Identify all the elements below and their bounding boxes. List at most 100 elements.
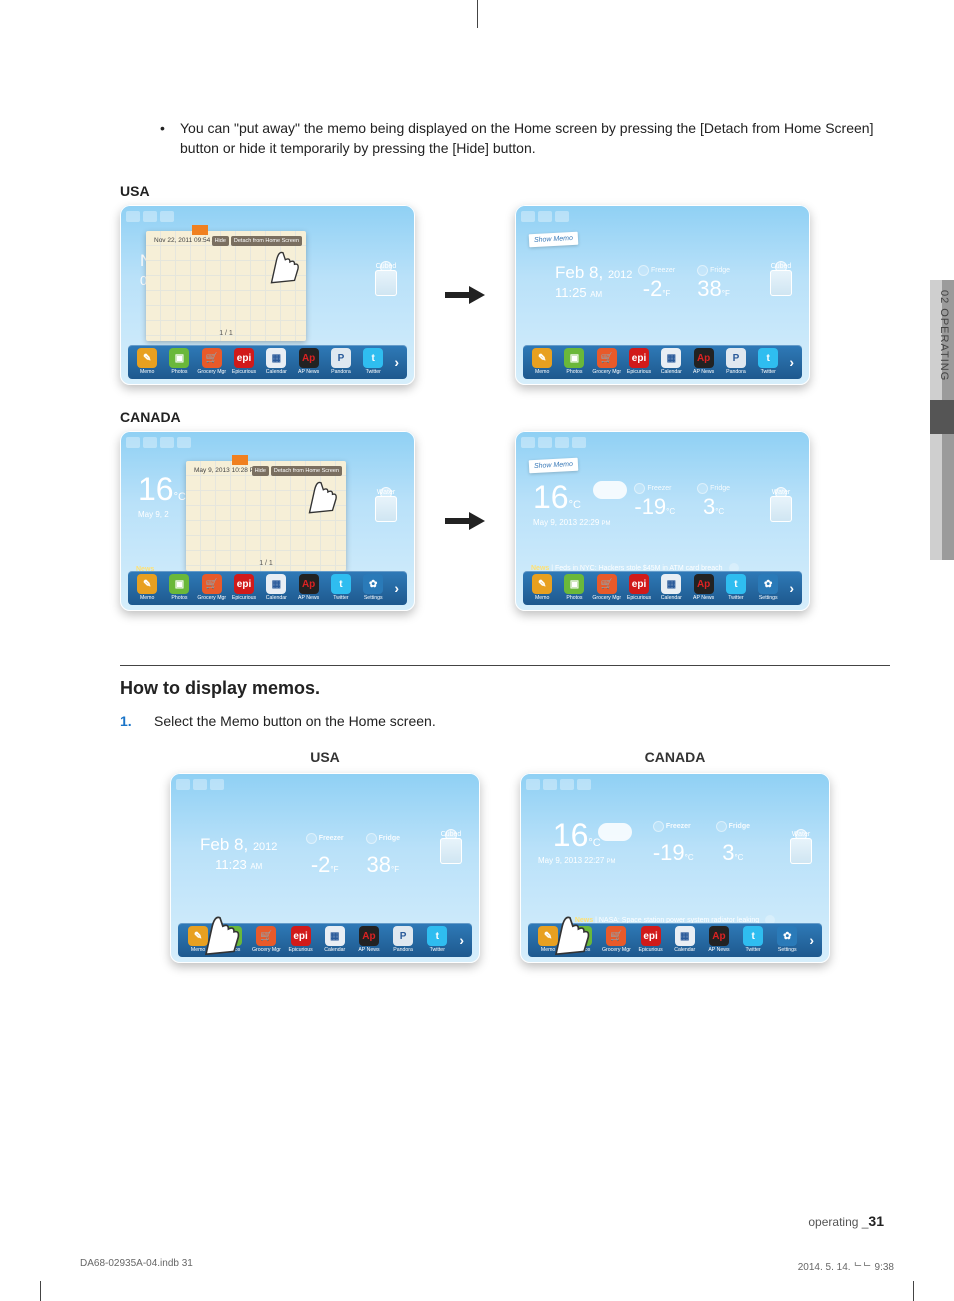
hide-button[interactable]: Hide (252, 466, 269, 476)
dock-more[interactable]: › (785, 580, 798, 596)
dispenser-icon: Water (375, 487, 397, 522)
screenshot-usa-home: Show Memo Feb 8, 2012 11:25 AM Freezer-2… (515, 205, 810, 385)
dock-settings[interactable]: ✿Settings (753, 574, 783, 601)
dock-more[interactable]: › (455, 932, 468, 948)
app-dock: ✎Memo ▣Photos 🛒Grocery Mgr epiEpicurious… (523, 345, 802, 379)
dock-grocery[interactable]: 🛒Grocery Mgr (592, 574, 622, 601)
intro-text: You can "put away" the memo being displa… (180, 118, 890, 159)
dispenser-icon: Cubed (770, 261, 792, 296)
date: Feb 8, (200, 835, 248, 854)
dock-photos[interactable]: ▣Photos (559, 574, 589, 601)
fridge-temp: Fridge3°C (697, 483, 730, 520)
pointing-hand-icon (542, 901, 598, 957)
section-tab-label: 02 OPERATING (938, 290, 950, 381)
dock-more[interactable]: › (785, 354, 798, 370)
screenshot-usa-select-memo: Feb 8, 2012 11:23 AM Freezer-2°F Fridge3… (170, 773, 480, 963)
step-text: Select the Memo button on the Home scree… (154, 713, 436, 729)
dock-memo[interactable]: ✎Memo (527, 574, 557, 601)
dock-apnews[interactable]: ApAP News (293, 348, 323, 375)
dock-settings[interactable]: ✿Settings (358, 574, 388, 601)
dock-more[interactable]: › (805, 932, 818, 948)
dock-settings[interactable]: ✿Settings (771, 926, 803, 953)
temp: 16 (533, 479, 569, 515)
dock-photos[interactable]: ▣Photos (559, 348, 589, 375)
date: May 9, 2013 22:29 (533, 518, 599, 527)
dock-apnews[interactable]: ApAP News (293, 574, 323, 601)
dock-epicurious[interactable]: epiEpicurious (229, 348, 259, 375)
step-number: 1. (120, 713, 154, 729)
dock-apnews[interactable]: ApAP News (353, 926, 385, 953)
dock-more[interactable]: › (390, 354, 403, 370)
dock-photos[interactable]: ▣Photos (164, 348, 194, 375)
canada-label: CANADA (520, 749, 830, 765)
dock-memo[interactable]: ✎Memo (527, 348, 557, 375)
show-memo-tag[interactable]: Show Memo (529, 457, 579, 473)
screenshot-canada-select-memo: 16°C May 9, 2013 22:27 PM Freezer-19°C F… (520, 773, 830, 963)
dock-calendar[interactable]: ▦Calendar (669, 926, 701, 953)
print-metadata: DA68-02935A-04.indb 31 2014. 5. 14. ᄂᄂ 9… (80, 1258, 894, 1273)
app-dock: ✎Memo ▣Photos 🛒Grocery Mgr epiEpicurious… (523, 571, 802, 605)
dock-twitter[interactable]: tTwitter (421, 926, 453, 953)
dock-more[interactable]: › (390, 580, 403, 596)
dock-twitter[interactable]: tTwitter (721, 574, 751, 601)
dispenser-icon: Water (790, 829, 812, 864)
status-bar (126, 437, 191, 448)
date: May 9, 2013 22:27 (538, 856, 604, 865)
dock-memo[interactable]: ✎Memo (132, 574, 162, 601)
canada-header: CANADA (120, 409, 890, 425)
dock-grocery[interactable]: 🛒Grocery Mgr (600, 926, 632, 953)
dock-calendar[interactable]: ▦Calendar (319, 926, 351, 953)
section-tab: 02 OPERATING (930, 280, 954, 560)
dock-epicurious[interactable]: epiEpicurious (635, 926, 667, 953)
cloud-icon (593, 481, 627, 499)
usa-label: USA (170, 749, 480, 765)
indb-date: 2014. 5. 14. ᄂᄂ 9:38 (798, 1258, 894, 1273)
screenshot-canada-home: Show Memo 16°C May 9, 2013 22:29 PM Free… (515, 431, 810, 611)
dock-memo[interactable]: ✎Memo (132, 348, 162, 375)
status-bar (521, 437, 586, 448)
dock-grocery[interactable]: 🛒Grocery Mgr (197, 348, 227, 375)
intro-bullet: • You can "put away" the memo being disp… (160, 118, 890, 159)
freezer-temp: Freezer-19°C (634, 483, 675, 520)
dock-calendar[interactable]: ▦Calendar (656, 574, 686, 601)
crop-mark (913, 1281, 914, 1301)
dock-calendar[interactable]: ▦Calendar (261, 348, 291, 375)
dock-twitter[interactable]: tTwitter (326, 574, 356, 601)
dock-pandora[interactable]: PPandora (721, 348, 751, 375)
fridge-temp: Fridge38°F (366, 833, 400, 878)
dock-apnews[interactable]: ApAP News (688, 348, 718, 375)
dock-pandora[interactable]: PPandora (387, 926, 419, 953)
page-footer: operating _31 (120, 1213, 884, 1229)
dock-twitter[interactable]: tTwitter (737, 926, 769, 953)
dock-twitter[interactable]: tTwitter (358, 348, 388, 375)
dock-epicurious[interactable]: epiEpicurious (624, 348, 654, 375)
section-heading: How to display memos. (120, 678, 890, 699)
arrow-icon (445, 285, 485, 305)
dock-calendar[interactable]: ▦Calendar (656, 348, 686, 375)
dock-pandora[interactable]: PPandora (326, 348, 356, 375)
dock-photos[interactable]: ▣Photos (164, 574, 194, 601)
dock-epicurious[interactable]: epiEpicurious (624, 574, 654, 601)
dock-grocery[interactable]: 🛒Grocery Mgr (250, 926, 282, 953)
hide-button[interactable]: Hide (212, 236, 229, 246)
dock-epicurious[interactable]: epiEpicurious (285, 926, 317, 953)
temp: 16 (138, 471, 174, 507)
freezer-temp: Freezer-2°F (638, 265, 675, 302)
dock-twitter[interactable]: tTwitter (753, 348, 783, 375)
indb-file: DA68-02935A-04.indb 31 (80, 1258, 193, 1273)
dock-grocery[interactable]: 🛒Grocery Mgr (197, 574, 227, 601)
dock-grocery[interactable]: 🛒Grocery Mgr (592, 348, 622, 375)
fridge-temp: Fridge3°C (716, 821, 750, 866)
screenshot-usa-memo: Nov 09: Cubed Nov 22, 2011 09:54 AM Hide… (120, 205, 415, 385)
status-bar (126, 211, 174, 222)
page-number: 31 (868, 1213, 884, 1229)
dock-epicurious[interactable]: epiEpicurious (229, 574, 259, 601)
dispenser-icon: Cubed (375, 261, 397, 296)
pointing-hand-icon (298, 469, 344, 515)
dispenser-icon: Cubed (440, 829, 462, 864)
dock-apnews[interactable]: ApAP News (703, 926, 735, 953)
dock-calendar[interactable]: ▦Calendar (261, 574, 291, 601)
dock-apnews[interactable]: ApAP News (688, 574, 718, 601)
show-memo-tag[interactable]: Show Memo (529, 231, 579, 247)
freezer-temp: Freezer-19°C (653, 821, 694, 866)
